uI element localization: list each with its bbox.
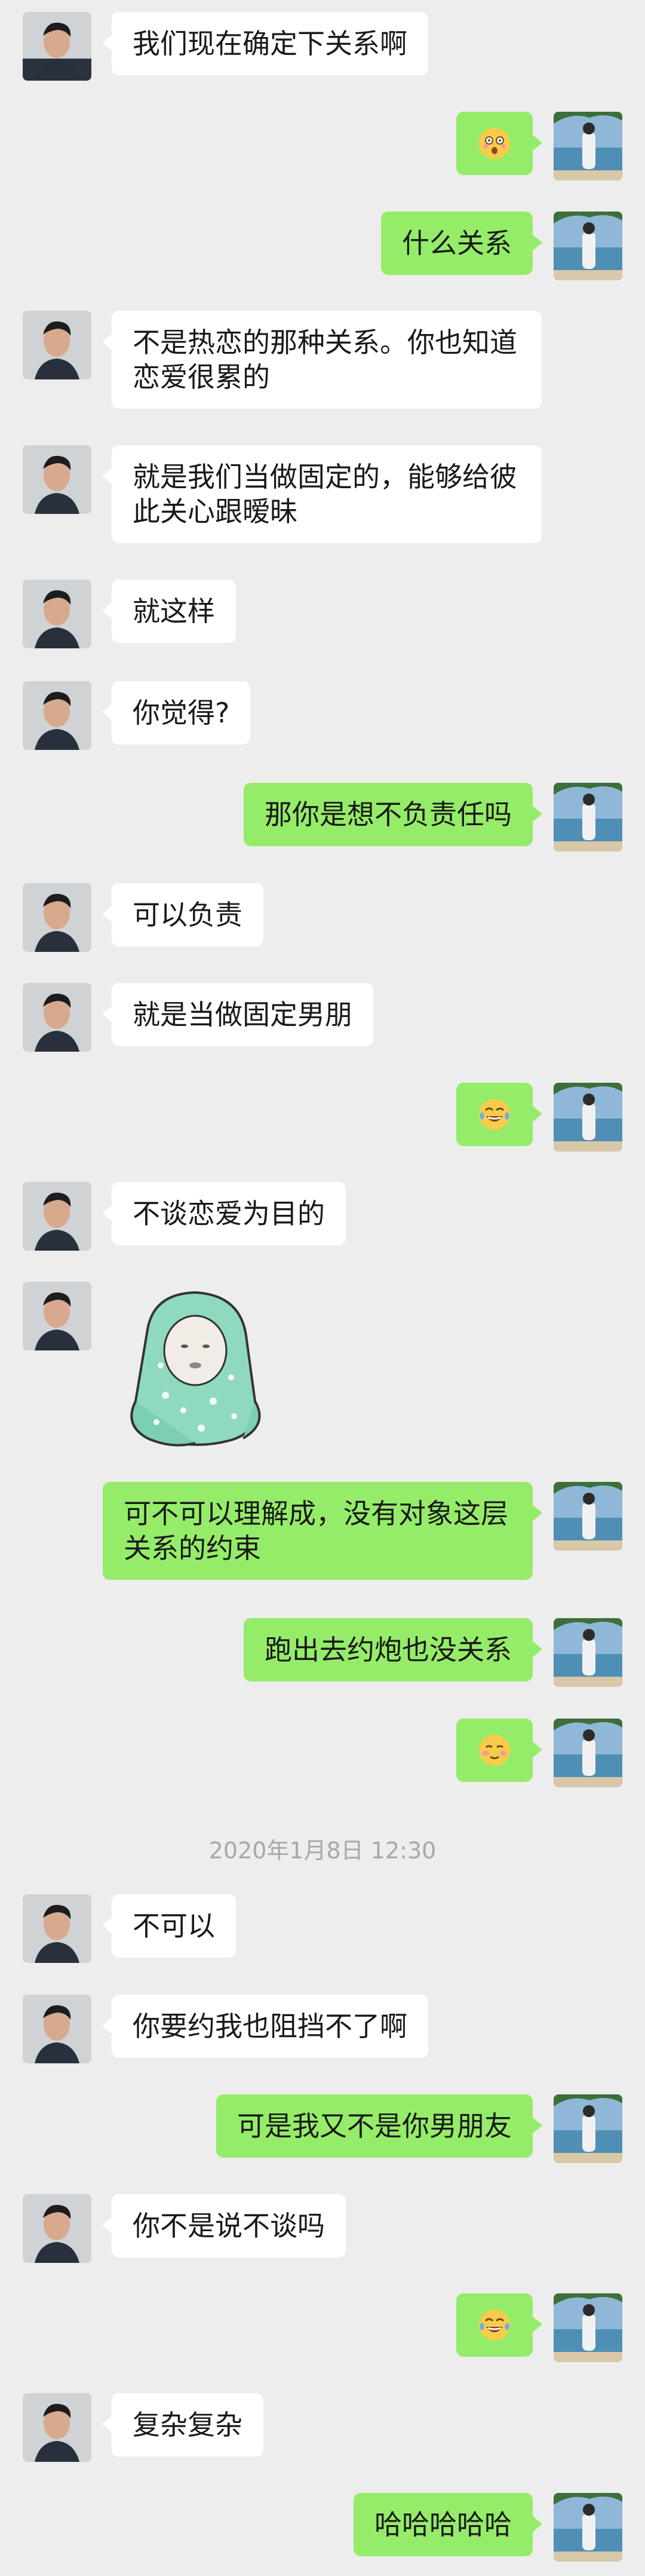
user-avatar[interactable]	[554, 2493, 622, 2562]
incoming-message-bubble[interactable]: 就是当做固定男朋	[102, 983, 373, 1046]
contact-avatar[interactable]	[23, 2194, 91, 2263]
blushing-face-icon	[477, 1733, 512, 1768]
chat-window: 我们现在确定下关系啊 什么关系 不是热恋的那种关系。你也知道恋爱很累的 就是我们…	[0, 0, 645, 2576]
user-avatar[interactable]	[554, 783, 622, 851]
incoming-message-bubble[interactable]: 不可以	[102, 1894, 236, 1958]
user-avatar[interactable]	[554, 112, 622, 180]
contact-avatar[interactable]	[23, 1282, 91, 1350]
contact-avatar[interactable]	[23, 1182, 91, 1251]
outgoing-emoji-bubble[interactable]	[456, 1719, 542, 1782]
incoming-message-bubble[interactable]: 不谈恋爱为目的	[102, 1182, 346, 1245]
tears-of-joy-icon	[477, 2308, 512, 2342]
baby-in-blanket-sticker[interactable]	[112, 1282, 279, 1455]
incoming-message-bubble[interactable]: 我们现在确定下关系啊	[102, 12, 428, 75]
user-avatar[interactable]	[554, 2293, 622, 2362]
incoming-message-bubble[interactable]: 就是我们当做固定的，能够给彼此关心跟暧昧	[102, 445, 542, 543]
outgoing-message-bubble[interactable]: 可是我又不是你男朋友	[216, 2094, 542, 2158]
incoming-message-bubble[interactable]: 你要约我也阻挡不了啊	[102, 1995, 428, 2058]
contact-avatar[interactable]	[23, 311, 91, 379]
contact-avatar[interactable]	[23, 1894, 91, 1963]
tears-of-joy-icon	[477, 1097, 512, 1132]
contact-avatar[interactable]	[23, 12, 91, 81]
message-timestamp: 2020年1月8日 12:30	[208, 1837, 437, 1864]
outgoing-message-bubble[interactable]: 那你是想不负责任吗	[244, 783, 542, 846]
contact-avatar[interactable]	[23, 983, 91, 1052]
user-avatar[interactable]	[554, 2094, 622, 2163]
outgoing-emoji-bubble[interactable]	[456, 1083, 542, 1146]
user-avatar[interactable]	[554, 1618, 622, 1687]
contact-avatar[interactable]	[23, 445, 91, 514]
contact-avatar[interactable]	[23, 883, 91, 952]
incoming-message-bubble[interactable]: 不是热恋的那种关系。你也知道恋爱很累的	[102, 311, 542, 409]
outgoing-message-bubble[interactable]: 可不可以理解成，没有对象这层关系的约束	[103, 1482, 542, 1580]
user-avatar[interactable]	[554, 212, 622, 280]
incoming-message-bubble[interactable]: 就这样	[102, 580, 236, 643]
dizzy-face-icon	[477, 126, 512, 161]
incoming-message-bubble[interactable]: 你觉得?	[102, 681, 251, 745]
incoming-message-bubble[interactable]: 你不是说不谈吗	[102, 2194, 346, 2258]
user-avatar[interactable]	[554, 1719, 622, 1787]
outgoing-message-bubble[interactable]: 跑出去约炮也没关系	[244, 1618, 542, 1681]
contact-avatar[interactable]	[23, 580, 91, 648]
outgoing-emoji-bubble[interactable]	[456, 112, 542, 175]
contact-avatar[interactable]	[23, 1995, 91, 2063]
outgoing-emoji-bubble[interactable]	[456, 2293, 542, 2357]
contact-avatar[interactable]	[23, 2393, 91, 2462]
user-avatar[interactable]	[554, 1083, 622, 1151]
outgoing-message-bubble[interactable]: 什么关系	[381, 212, 542, 275]
incoming-message-bubble[interactable]: 可以负责	[102, 883, 263, 947]
user-avatar[interactable]	[554, 1482, 622, 1551]
outgoing-message-bubble[interactable]: 哈哈哈哈哈	[354, 2493, 542, 2556]
contact-avatar[interactable]	[23, 681, 91, 750]
incoming-message-bubble[interactable]: 复杂复杂	[102, 2393, 263, 2456]
